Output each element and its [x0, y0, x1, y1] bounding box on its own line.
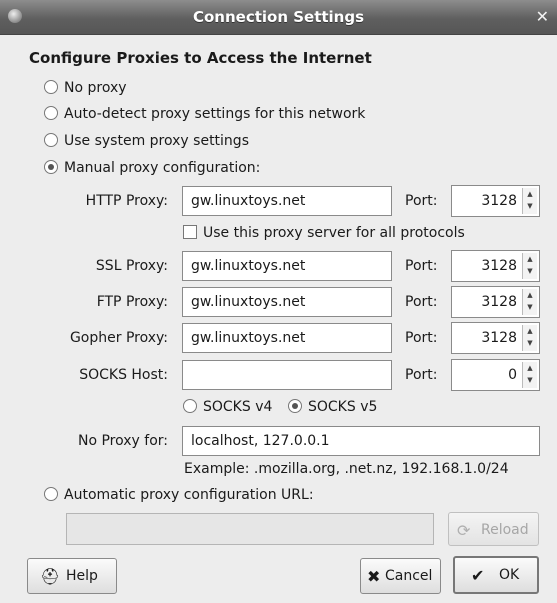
example-hint: Example: .mozilla.org, .net.nz, 192.168.… — [184, 461, 509, 477]
ssl-port-label: Port: — [405, 258, 438, 274]
radio-system-proxy[interactable]: Use system proxy settings — [44, 133, 249, 149]
connection-settings-dialog: Connection Settings ✕ Configure Proxies … — [0, 0, 557, 603]
help-icon: ⛑ — [40, 567, 61, 586]
ftp-proxy-label: FTP Proxy: — [96, 294, 168, 310]
ssl-proxy-input[interactable]: gw.linuxtoys.net — [182, 251, 392, 281]
port-value: 3128 — [481, 193, 517, 209]
radio-socks-v4[interactable]: SOCKS v4 — [183, 399, 272, 415]
checkbox-same-proxy-all[interactable]: Use this proxy server for all protocols — [183, 225, 465, 241]
checkbox-box[interactable] — [183, 225, 197, 239]
x-icon: ✖ — [367, 567, 381, 586]
radio-no-proxy[interactable]: No proxy — [44, 80, 127, 96]
radio-label: SOCKS v5 — [308, 399, 378, 415]
ok-icon: ✔ — [471, 566, 485, 585]
radio-label: SOCKS v4 — [203, 399, 273, 415]
window-title: Connection Settings — [192, 8, 365, 26]
gopher-proxy-input[interactable]: gw.linuxtoys.net — [182, 323, 392, 353]
http-proxy-input[interactable]: gw.linuxtoys.net — [182, 186, 392, 216]
stepper-arrows-icon[interactable]: ▲ ▼ — [522, 188, 537, 214]
socks-port-stepper[interactable]: 0 ▲ ▼ — [451, 359, 540, 391]
radio-label: Manual proxy configuration: — [64, 160, 261, 176]
gopher-port-label: Port: — [405, 330, 438, 346]
gopher-port-stepper[interactable]: 3128 ▲ ▼ — [451, 322, 540, 354]
no-proxy-for-input[interactable]: localhost, 127.0.0.1 — [182, 426, 540, 456]
radio-manual-proxy[interactable]: Manual proxy configuration: — [44, 160, 260, 176]
radio-circle[interactable] — [183, 399, 197, 413]
port-value: 3128 — [481, 330, 517, 346]
close-icon[interactable]: ✕ — [536, 7, 549, 26]
radio-circle[interactable] — [44, 160, 58, 174]
radio-circle[interactable] — [44, 133, 58, 147]
cancel-label: Cancel — [385, 568, 433, 584]
reload-icon: ⟳ — [457, 521, 471, 540]
http-port-label: Port: — [405, 193, 438, 209]
ssl-port-stepper[interactable]: 3128 ▲ ▼ — [451, 250, 540, 282]
no-proxy-for-label: No Proxy for: — [77, 433, 168, 449]
radio-circle[interactable] — [44, 106, 58, 120]
radio-circle[interactable] — [288, 399, 302, 413]
reload-button[interactable]: ⟳ Reload — [448, 512, 539, 546]
ftp-proxy-input[interactable]: gw.linuxtoys.net — [182, 287, 392, 317]
section-heading: Configure Proxies to Access the Internet — [29, 49, 372, 67]
cancel-button[interactable]: ✖ Cancel — [360, 558, 441, 594]
http-port-stepper[interactable]: 3128 ▲ ▼ — [451, 185, 540, 217]
radio-socks-v5[interactable]: SOCKS v5 — [288, 399, 377, 415]
ssl-proxy-label: SSL Proxy: — [95, 258, 168, 274]
ok-button[interactable]: ✔ OK — [453, 556, 539, 594]
radio-label: Use system proxy settings — [64, 133, 249, 149]
port-value: 3128 — [481, 258, 517, 274]
stepper-arrows-icon[interactable]: ▲ ▼ — [522, 362, 537, 388]
radio-auto-config-url[interactable]: Automatic proxy configuration URL: — [44, 487, 314, 503]
radio-label: Automatic proxy configuration URL: — [64, 487, 314, 503]
http-proxy-label: HTTP Proxy: — [85, 193, 168, 209]
radio-label: Auto-detect proxy settings for this netw… — [64, 106, 366, 122]
title-bar: Connection Settings ✕ — [0, 0, 557, 35]
radio-circle[interactable] — [44, 80, 58, 94]
socks-port-label: Port: — [405, 367, 438, 383]
stepper-arrows-icon[interactable]: ▲ ▼ — [522, 289, 537, 315]
auto-config-url-input[interactable] — [66, 513, 434, 545]
ftp-port-label: Port: — [405, 294, 438, 310]
help-label: Help — [66, 568, 98, 584]
stepper-arrows-icon[interactable]: ▲ ▼ — [522, 253, 537, 279]
stepper-arrows-icon[interactable]: ▲ ▼ — [522, 325, 537, 351]
radio-circle[interactable] — [44, 487, 58, 501]
ftp-port-stepper[interactable]: 3128 ▲ ▼ — [451, 286, 540, 318]
ok-label: OK — [499, 567, 520, 583]
radio-label: No proxy — [64, 80, 127, 96]
gopher-proxy-label: Gopher Proxy: — [69, 330, 168, 346]
radio-auto-detect[interactable]: Auto-detect proxy settings for this netw… — [44, 106, 365, 122]
checkbox-label: Use this proxy server for all protocols — [203, 225, 465, 241]
socks-host-label: SOCKS Host: — [79, 367, 168, 383]
socks-host-input[interactable] — [182, 360, 392, 390]
port-value: 0 — [508, 367, 517, 383]
help-button[interactable]: ⛑ Help — [27, 558, 117, 594]
reload-label: Reload — [481, 522, 529, 538]
port-value: 3128 — [481, 294, 517, 310]
